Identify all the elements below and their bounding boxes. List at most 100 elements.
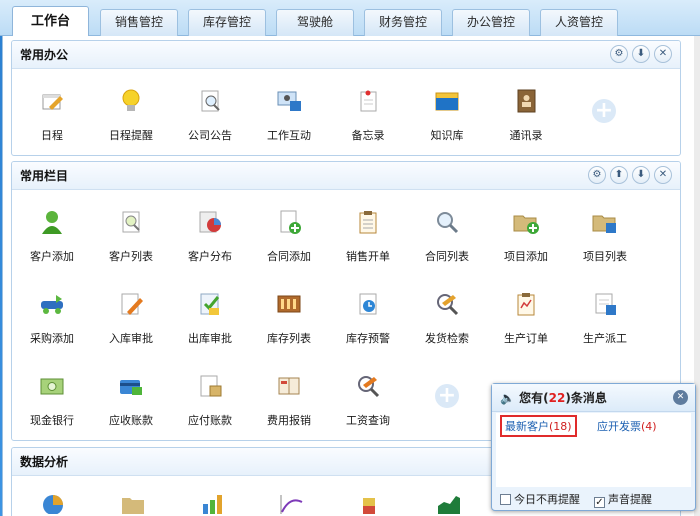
columns-item-label: 采购添加	[30, 332, 74, 345]
memo-icon	[360, 90, 377, 112]
close-icon[interactable]: ✕	[654, 45, 672, 63]
columns-item-add-contract[interactable]: 合同添加	[250, 208, 328, 282]
shipment-search-icon	[437, 294, 459, 316]
columns-item-label: 应付账款	[188, 414, 232, 427]
new-customers-link[interactable]: 最新客户(18)	[500, 415, 577, 437]
move-down-icon[interactable]: ⬇	[632, 166, 650, 184]
columns-item-customer-distribution[interactable]: 客户分布	[171, 208, 249, 282]
announcement-icon	[201, 90, 220, 112]
columns-item-shipment-search[interactable]: 发货检索	[408, 290, 486, 364]
columns-item-contract-list[interactable]: 合同列表	[408, 208, 486, 282]
popup-suffix: 条消息	[570, 391, 607, 405]
columns-item-label: 项目添加	[504, 250, 548, 263]
columns-item-receivables[interactable]: 应收账款	[92, 372, 170, 440]
columns-item-inventory-list[interactable]: 库存列表	[250, 290, 328, 364]
dont-remind-today-label: 今日不再提醒	[514, 493, 580, 506]
customer-list-icon	[122, 211, 140, 233]
columns-item-outbound-approval[interactable]: 出库审批	[171, 290, 249, 364]
popup-count: 22	[548, 391, 566, 405]
columns-item-label: 客户添加	[30, 250, 74, 263]
production-order-icon	[517, 293, 535, 316]
popup-header: 🔈 您有(22)条消息 ✕	[492, 384, 695, 412]
office-item-knowledge-base[interactable]: 知识库	[408, 87, 486, 155]
pending-invoices-count: (4)	[641, 420, 657, 433]
columns-item-label: 应收账款	[109, 414, 153, 427]
move-up-icon[interactable]: ⬆	[610, 166, 628, 184]
dont-remind-today-option[interactable]: 今日不再提醒	[500, 491, 580, 507]
columns-item-label: 工资查询	[346, 414, 390, 427]
popup-body: 最新客户(18) 应开发票(4)	[496, 413, 691, 487]
close-icon[interactable]: ✕	[673, 390, 688, 405]
tab-workbench[interactable]: 工作台	[12, 6, 89, 37]
dont-remind-today-checkbox[interactable]	[500, 494, 511, 505]
new-customers-count: (18)	[549, 420, 572, 433]
columns-panel-header: 常用栏目 ⚙ ⬆ ⬇ ✕	[12, 162, 680, 190]
knowledge-base-icon	[435, 92, 459, 111]
tab-office-control[interactable]: 办公管控	[452, 9, 530, 36]
settings-icon[interactable]: ⚙	[588, 166, 606, 184]
move-down-icon[interactable]: ⬇	[632, 45, 650, 63]
columns-add-item-button[interactable]: +	[408, 384, 486, 440]
office-item-label: 知识库	[430, 129, 464, 142]
inbound-approval-icon	[121, 293, 143, 315]
columns-item-expense-reimbursement[interactable]: 费用报销	[250, 372, 328, 440]
sound-reminder-checkbox[interactable]: ✓	[594, 497, 605, 508]
pie-chart-icon[interactable]	[40, 492, 66, 514]
columns-item-production-order[interactable]: 生产订单	[487, 290, 565, 364]
tab-inventory-control[interactable]: 库存管控	[188, 9, 266, 36]
columns-item-payables[interactable]: 应付账款	[171, 372, 249, 440]
columns-item-label: 生产订单	[504, 332, 548, 345]
columns-item-add-purchase[interactable]: 采购添加	[13, 290, 91, 364]
sound-reminder-option[interactable]: ✓ 声音提醒	[594, 491, 652, 508]
office-add-item-button[interactable]: +	[565, 99, 643, 155]
close-icon[interactable]: ✕	[654, 166, 672, 184]
office-item-schedule-reminder[interactable]: 日程提醒	[92, 87, 170, 155]
columns-item-inbound-approval[interactable]: 入库审批	[92, 290, 170, 364]
columns-item-project-list[interactable]: 项目列表	[566, 208, 644, 282]
columns-item-label: 客户分布	[188, 250, 232, 263]
office-item-label: 备忘录	[351, 129, 385, 142]
speaker-icon: 🔈	[500, 391, 515, 405]
add-purchase-icon	[41, 295, 63, 314]
columns-item-label: 现金银行	[30, 414, 74, 427]
columns-item-label: 客户列表	[109, 250, 153, 263]
columns-item-production-dispatch[interactable]: 生产派工	[566, 290, 644, 364]
columns-item-sales-order[interactable]: 销售开单	[329, 208, 407, 282]
bar-chart-icon[interactable]	[199, 492, 225, 514]
office-item-company-announcement[interactable]: 公司公告	[171, 87, 249, 155]
columns-item-label: 库存预警	[346, 332, 390, 345]
columns-item-cash-bank[interactable]: 现金银行	[13, 372, 91, 440]
tab-hr-control[interactable]: 人资管控	[540, 9, 618, 36]
stacked-chart-icon[interactable]	[357, 492, 383, 514]
columns-item-label: 项目列表	[583, 250, 627, 263]
add-contract-icon	[280, 210, 301, 234]
columns-item-add-customer[interactable]: 客户添加	[13, 208, 91, 282]
settings-icon[interactable]: ⚙	[610, 45, 628, 63]
sound-reminder-label: 声音提醒	[608, 493, 652, 506]
office-item-work-interaction[interactable]: 工作互动	[250, 87, 328, 155]
add-icon: +	[592, 99, 616, 123]
columns-item-label: 发货检索	[425, 332, 469, 345]
pending-invoices-link[interactable]: 应开发票(4)	[597, 418, 657, 434]
columns-item-label: 库存列表	[267, 332, 311, 345]
interaction-icon	[277, 91, 301, 111]
columns-item-inventory-alert[interactable]: 库存预警	[329, 290, 407, 364]
office-item-label: 日程提醒	[109, 129, 153, 142]
area-chart-icon[interactable]	[436, 492, 462, 514]
tab-finance-control[interactable]: 财务管控	[364, 9, 442, 36]
popup-footer: 今日不再提醒 ✓ 声音提醒	[498, 488, 693, 508]
inventory-alert-icon	[359, 293, 377, 315]
schedule-icon	[42, 94, 63, 110]
columns-item-customer-list[interactable]: 客户列表	[92, 208, 170, 282]
office-item-schedule[interactable]: 日程	[13, 87, 91, 155]
office-item-address-book[interactable]: 通讯录	[487, 87, 565, 155]
tab-cockpit[interactable]: 驾驶舱	[276, 9, 354, 36]
office-panel: 常用办公 ⚙ ⬇ ✕ 日程 日程提醒 公司公告 工作互动 备忘录 知识库 通讯录…	[11, 40, 681, 156]
folder-chart-icon[interactable]	[120, 492, 146, 514]
salary-query-icon	[358, 376, 380, 398]
tab-sales-control[interactable]: 销售管控	[100, 9, 178, 36]
line-chart-icon[interactable]	[278, 492, 304, 514]
columns-item-salary-query[interactable]: 工资查询	[329, 372, 407, 440]
columns-item-add-project[interactable]: 项目添加	[487, 208, 565, 282]
office-item-memo[interactable]: 备忘录	[329, 87, 407, 155]
